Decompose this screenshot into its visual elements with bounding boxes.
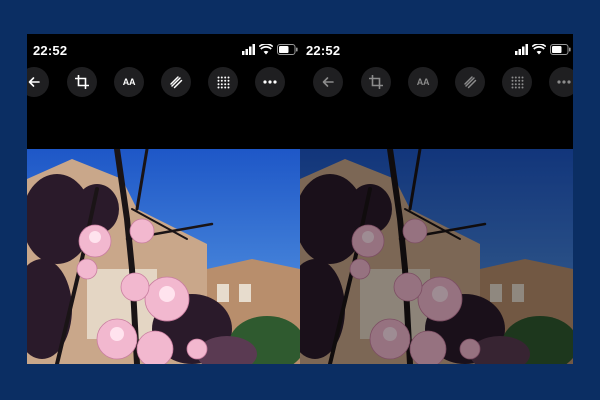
text-size-button[interactable]: AA: [408, 67, 438, 97]
blossom-photo: [27, 149, 300, 364]
battery-icon: [550, 44, 571, 55]
wifi-icon: [259, 44, 273, 55]
editor-toolbar: AA: [300, 67, 573, 97]
status-bar: 22:52: [27, 34, 300, 66]
comparison-stage: 22:52 AA 22:52 AA: [27, 34, 573, 364]
wifi-icon: [532, 44, 546, 55]
text-size-label: AA: [122, 77, 136, 87]
grid-button[interactable]: [502, 67, 532, 97]
left-phone-screen: 22:52 AA: [27, 34, 300, 364]
status-time: 22:52: [33, 43, 68, 58]
text-size-button[interactable]: AA: [114, 67, 144, 97]
markup-button[interactable]: [161, 67, 191, 97]
more-icon: [557, 80, 571, 84]
crop-icon: [75, 75, 89, 89]
right-phone-screen: 22:52 AA: [300, 34, 573, 364]
crop-button[interactable]: [361, 67, 391, 97]
markup-button[interactable]: [455, 67, 485, 97]
markup-pen-icon: [170, 76, 183, 89]
more-button[interactable]: [255, 67, 285, 97]
status-time: 22:52: [306, 43, 341, 58]
dot-grid-icon: [511, 76, 523, 88]
signal-icon: [242, 44, 255, 55]
editor-toolbar: AA: [27, 67, 300, 97]
back-button[interactable]: [313, 67, 343, 97]
status-bar: 22:52: [300, 34, 573, 66]
dot-grid-icon: [217, 76, 229, 88]
battery-icon: [277, 44, 298, 55]
text-size-label: AA: [416, 77, 430, 87]
crop-icon: [369, 75, 383, 89]
markup-pen-icon: [464, 76, 477, 89]
back-arrow-icon: [28, 77, 40, 87]
grid-button[interactable]: [208, 67, 238, 97]
crop-button[interactable]: [67, 67, 97, 97]
more-icon: [263, 80, 277, 84]
more-button[interactable]: [549, 67, 573, 97]
signal-icon: [515, 44, 528, 55]
back-button[interactable]: [27, 67, 49, 97]
blossom-photo-dimmed: [300, 149, 573, 364]
back-arrow-icon: [322, 77, 334, 87]
